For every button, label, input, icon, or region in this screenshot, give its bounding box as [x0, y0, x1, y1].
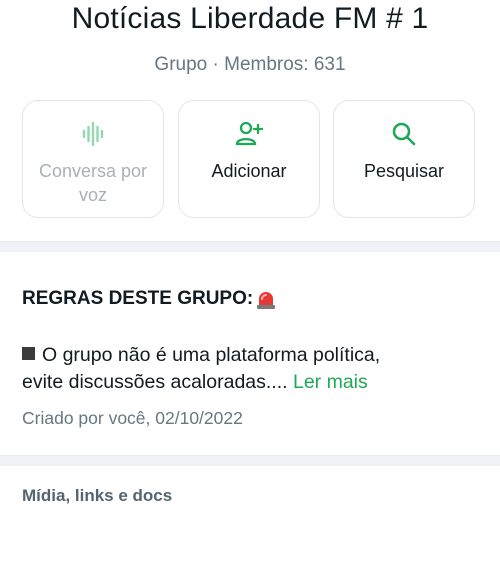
add-member-label: Adicionar	[211, 161, 287, 181]
search-icon	[392, 122, 416, 146]
search-label: Pesquisar	[363, 161, 445, 181]
read-more-link[interactable]: Ler mais	[293, 371, 368, 393]
voice-wave-icon	[82, 121, 104, 147]
group-description[interactable]: O grupo não é uma plataforma política, e…	[22, 342, 462, 396]
voice-chat-button[interactable]: Conversa por voz	[22, 100, 164, 218]
media-links-docs-header[interactable]: Mídia, links e docs	[22, 486, 172, 506]
group-description-title[interactable]: REGRAS DESTE GRUPO:	[22, 288, 277, 310]
description-title-text: REGRAS DESTE GRUPO:	[22, 288, 254, 309]
voice-chat-label: Conversa por voz	[38, 161, 148, 205]
section-divider	[0, 241, 500, 252]
section-divider	[0, 455, 500, 466]
bullet-square-icon	[22, 347, 35, 360]
description-line-2: evite discussões acaloradas....	[22, 371, 288, 393]
description-line-1: O grupo não é uma plataforma política,	[42, 344, 381, 366]
search-button[interactable]: Pesquisar	[333, 100, 475, 218]
siren-icon	[257, 292, 276, 309]
add-person-icon	[235, 121, 264, 146]
group-title: Notícias Liberdade FM # 1	[71, 2, 429, 35]
group-subtitle: Grupo · Membros: 631	[154, 54, 346, 75]
action-buttons: Conversa por voz Adicionar Pesquisar	[22, 100, 478, 220]
add-member-button[interactable]: Adicionar	[178, 100, 320, 218]
created-info: Criado por você, 02/10/2022	[22, 408, 243, 428]
